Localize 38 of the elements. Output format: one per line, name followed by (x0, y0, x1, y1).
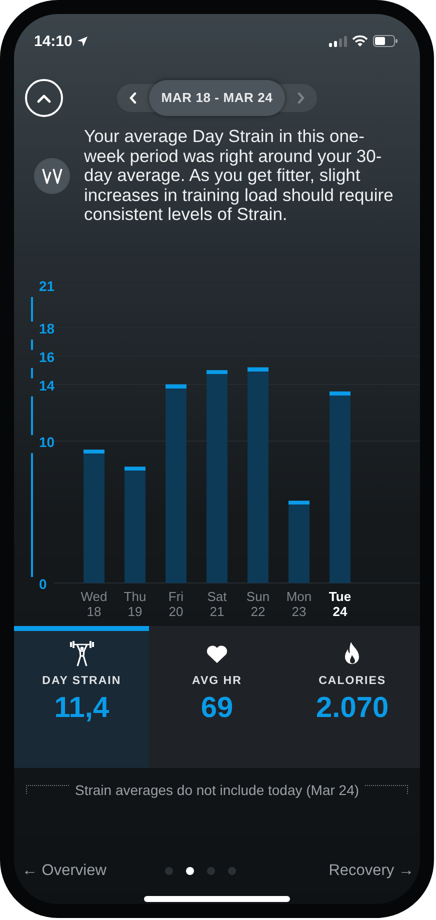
battery-icon (373, 35, 398, 47)
note-text: Strain averages do not include today (Mar 24) (74, 782, 360, 798)
metric-tab[interactable]: AVG HR 69 (149, 626, 285, 768)
axis-label: Sat 21 (207, 588, 227, 618)
chevron-right-icon (296, 92, 305, 104)
status-time: 14:10 (34, 32, 72, 50)
date-range-label: MAR 18 - MAR 24 (149, 80, 285, 116)
insight-text: Your average Day Strain in this one-week period was right around your 30-day average. As you get fitter, slight increases in training load should require consistent levels of Strain. (84, 127, 394, 224)
signal-icon (329, 36, 347, 46)
wifi-icon (352, 35, 368, 47)
collapse-button[interactable] (25, 79, 63, 117)
chevron-left-icon (129, 92, 138, 104)
bracket-line (365, 785, 408, 794)
axis-label: Fri 20 (168, 588, 184, 618)
chevron-up-icon (37, 94, 51, 102)
recovery-link[interactable]: Recovery → (328, 862, 414, 880)
page-dot[interactable] (207, 866, 216, 874)
page-dot[interactable] (186, 866, 194, 874)
logo-icon (34, 158, 70, 194)
metric-tab[interactable]: DAY STRAIN 11,4 (14, 626, 150, 768)
page-dot[interactable] (165, 866, 174, 874)
axis-label: 10 (39, 434, 55, 450)
axis-label: Thu 19 (124, 588, 146, 618)
overview-link[interactable]: ← Overview (22, 862, 106, 880)
axis-label: 16 (39, 348, 55, 364)
axis-label: 18 (39, 320, 55, 336)
axis-label: Sun 22 (246, 588, 270, 618)
axis-label: Mon 23 (286, 588, 312, 618)
weightlifter-icon (68, 640, 95, 666)
axis-label: Wed 18 (80, 588, 108, 618)
axis-label: 21 (39, 278, 55, 294)
bracket-line (26, 785, 69, 794)
axis-label: Tue 24 (328, 588, 352, 618)
location-arrow-icon (77, 36, 88, 46)
metric-tab[interactable]: CALORIES 2.070 (284, 626, 420, 768)
page-dot[interactable] (228, 866, 236, 874)
axis-label: 0 (39, 576, 47, 592)
axis-label: 14 (39, 376, 55, 393)
